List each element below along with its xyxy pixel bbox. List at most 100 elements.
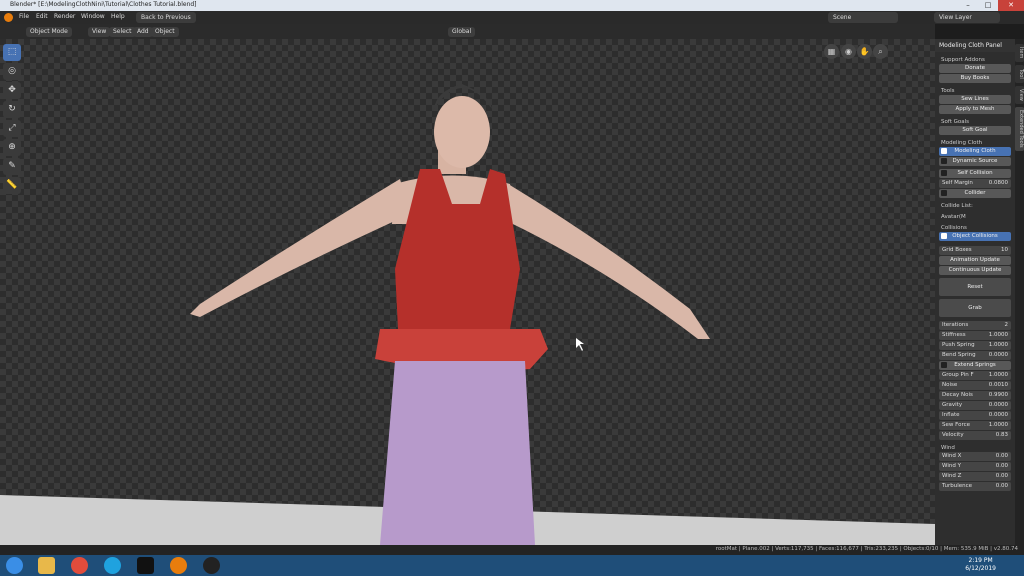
- decay-noise-label: Decay Nois: [942, 392, 973, 398]
- blender-logo-icon[interactable]: [4, 13, 13, 22]
- modeling-cloth-toggle[interactable]: Modeling Cloth: [939, 147, 1011, 156]
- clock-time: 2:19 PM: [968, 557, 993, 564]
- tab-view[interactable]: View: [1015, 86, 1024, 104]
- maximize-button[interactable]: □: [978, 0, 998, 11]
- checkbox-icon: [941, 148, 947, 154]
- self-collision-toggle[interactable]: Self Collision: [939, 169, 1011, 178]
- iterations-field[interactable]: Iterations 2: [939, 321, 1011, 330]
- object-menu[interactable]: Object: [151, 27, 179, 37]
- back-to-previous-button[interactable]: Back to Previous: [136, 12, 196, 23]
- grid-boxes-label: Grid Boxes: [942, 247, 972, 253]
- collider-toggle[interactable]: Collider: [939, 189, 1011, 198]
- wind-y-value: 0.00: [995, 463, 1008, 469]
- menu-file[interactable]: File: [19, 13, 29, 20]
- 3d-viewport[interactable]: [0, 39, 935, 545]
- add-menu[interactable]: Add: [133, 27, 153, 37]
- scale-icon[interactable]: ⤢: [3, 120, 21, 137]
- gravity-value: 0.0000: [988, 402, 1008, 408]
- decay-noise-field[interactable]: Decay Nois 0.9900: [939, 391, 1011, 400]
- tools-heading: Tools: [941, 88, 955, 94]
- obs-icon[interactable]: [203, 557, 220, 574]
- scene-render: [0, 84, 935, 545]
- push-spring-field[interactable]: Push Spring 1.0000: [939, 341, 1011, 350]
- menu-help[interactable]: Help: [111, 13, 125, 20]
- gravity-field[interactable]: Gravity 0.0000: [939, 401, 1011, 410]
- annotate-icon[interactable]: ✎: [3, 158, 21, 175]
- measure-icon[interactable]: 📏: [3, 177, 21, 194]
- tab-extended-tools[interactable]: Extended Tools: [1015, 107, 1024, 151]
- top-menu-bar: File Edit Render Window Help Back to Pre…: [0, 11, 1024, 24]
- sidebar-tabs: Item Tool View Extended Tools: [1015, 39, 1024, 545]
- right-arm: [492, 179, 710, 339]
- turbulence-value: 0.00: [995, 483, 1008, 489]
- cursor-icon[interactable]: ◎: [3, 63, 21, 80]
- pan-icon[interactable]: ✋: [857, 44, 872, 59]
- object-mode-dropdown[interactable]: Object Mode: [26, 27, 72, 37]
- grab-button[interactable]: Grab: [939, 299, 1011, 317]
- decay-noise-value: 0.9900: [988, 392, 1008, 398]
- stiffness-field[interactable]: Stiffness 1.0000: [939, 331, 1011, 340]
- grid-boxes-field[interactable]: Grid Boxes 10: [939, 246, 1011, 255]
- rotate-icon[interactable]: ↻: [3, 101, 21, 118]
- transform-orientation-dropdown[interactable]: Global: [448, 27, 476, 37]
- checkbox-icon: [941, 158, 947, 164]
- chrome-icon[interactable]: [71, 557, 88, 574]
- left-arm: [190, 179, 410, 317]
- taskbar-clock[interactable]: 2:19 PM 6/12/2019: [965, 557, 996, 573]
- scene-selector[interactable]: Scene: [828, 12, 898, 23]
- velocity-field[interactable]: Velocity 0.83: [939, 431, 1011, 440]
- group-pin-field[interactable]: Group Pin F 1.0000: [939, 371, 1011, 380]
- wind-z-field[interactable]: Wind Z 0.00: [939, 472, 1011, 481]
- terminal-icon[interactable]: [137, 557, 154, 574]
- reset-button[interactable]: Reset: [939, 278, 1011, 296]
- sew-force-label: Sew Force: [942, 422, 971, 428]
- noise-field[interactable]: Noise 0.0010: [939, 381, 1011, 390]
- buy-books-button[interactable]: Buy Books: [939, 74, 1011, 83]
- stiffness-value: 1.0000: [988, 332, 1008, 338]
- select-menu[interactable]: Select: [109, 27, 136, 37]
- close-button[interactable]: ✕: [998, 0, 1024, 11]
- tab-tool[interactable]: Tool: [1015, 65, 1024, 83]
- move-icon[interactable]: ✥: [3, 82, 21, 99]
- viewport-header: Object Mode View Select Add Object Globa…: [0, 24, 935, 39]
- file-explorer-icon[interactable]: [38, 557, 55, 574]
- sew-force-field[interactable]: Sew Force 1.0000: [939, 421, 1011, 430]
- bend-spring-field[interactable]: Bend Spring 0.0000: [939, 351, 1011, 360]
- minimize-button[interactable]: –: [958, 0, 978, 11]
- menu-render[interactable]: Render: [54, 13, 75, 20]
- sew-lines-button[interactable]: Sew Lines: [939, 95, 1011, 104]
- collide-list-item[interactable]: Avatar(M: [935, 212, 1015, 220]
- wind-x-field[interactable]: Wind X 0.00: [939, 452, 1011, 461]
- skype-icon[interactable]: [104, 557, 121, 574]
- start-icon[interactable]: [6, 557, 23, 574]
- continuous-update-button[interactable]: Continuous Update: [939, 266, 1011, 275]
- dynamic-source-toggle[interactable]: Dynamic Source: [939, 157, 1011, 166]
- turbulence-field[interactable]: Turbulence 0.00: [939, 482, 1011, 491]
- transform-icon[interactable]: ⊕: [3, 139, 21, 156]
- window-title-bar: Blender* [E:\ModelingClothNini\Tutorial\…: [0, 0, 1024, 11]
- wind-x-label: Wind X: [942, 453, 962, 459]
- animation-update-button[interactable]: Animation Update: [939, 256, 1011, 265]
- select-box-icon[interactable]: ⬚: [3, 44, 21, 61]
- view-layer-selector[interactable]: View Layer: [934, 12, 1000, 23]
- self-margin-field[interactable]: Self Margin 0.0800: [939, 179, 1011, 188]
- camera-icon[interactable]: ◉: [841, 44, 856, 59]
- wind-x-value: 0.00: [995, 453, 1008, 459]
- view-menu[interactable]: View: [88, 27, 111, 37]
- wind-y-field[interactable]: Wind Y 0.00: [939, 462, 1011, 471]
- window-title: Blender* [E:\ModelingClothNini\Tutorial\…: [10, 1, 197, 8]
- zoom-icon[interactable]: ⌕: [873, 44, 888, 59]
- wind-y-label: Wind Y: [942, 463, 961, 469]
- object-collisions-toggle[interactable]: Object Collisions: [939, 232, 1011, 241]
- collisions-heading: Collisions: [941, 225, 967, 231]
- extend-springs-toggle[interactable]: Extend Springs: [939, 361, 1011, 370]
- grid-icon[interactable]: ▦: [824, 44, 839, 59]
- menu-window[interactable]: Window: [81, 13, 105, 20]
- menu-edit[interactable]: Edit: [36, 13, 48, 20]
- donate-button[interactable]: Donate: [939, 64, 1011, 73]
- blender-icon[interactable]: [170, 557, 187, 574]
- apply-to-mesh-button[interactable]: Apply to Mesh: [939, 105, 1011, 114]
- inflate-field[interactable]: Inflate 0.0000: [939, 411, 1011, 420]
- soft-goal-button[interactable]: Soft Goal: [939, 126, 1011, 135]
- tab-item[interactable]: Item: [1015, 44, 1024, 62]
